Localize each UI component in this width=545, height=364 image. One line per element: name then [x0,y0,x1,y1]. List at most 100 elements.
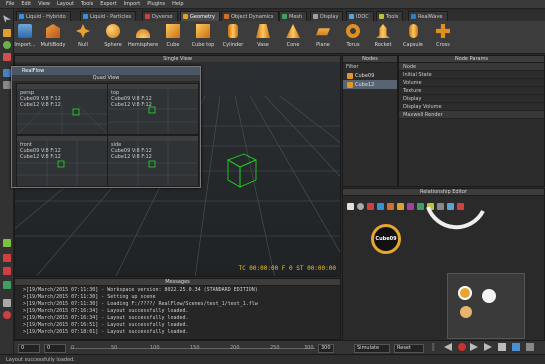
end-frame-field[interactable]: 300 [318,344,334,353]
node-item-cube09[interactable]: Cube09 [343,71,397,80]
tab-mesh[interactable]: Mesh [279,11,308,21]
link-icon[interactable] [367,203,374,210]
nodes-filter[interactable]: Filter [343,63,397,71]
add-icon[interactable] [3,281,11,289]
minimap-node [460,306,472,318]
menu-file[interactable]: File [6,1,14,7]
daemon-icon[interactable] [387,203,394,210]
menu-view[interactable]: View [38,1,50,7]
messages-log[interactable]: >[19/March/2015 07:11:30] - Workspace ve… [23,287,339,336]
delete-icon[interactable] [3,267,11,275]
folder-icon[interactable] [427,203,434,210]
menu-plugins[interactable]: Plugins [147,1,165,7]
param-texture[interactable]: Texture [399,87,544,95]
export-icon[interactable] [512,343,520,351]
null-button[interactable]: Null [68,24,98,48]
minimap-node [482,289,496,303]
quad-front[interactable]: front Cube09 V:8 F:12 Cube12 V:8 F:12 [16,135,108,187]
window-title[interactable]: RealFlow [12,67,200,75]
menu-layout[interactable]: Layout [57,1,74,7]
current-frame-field[interactable]: 0 [44,344,66,353]
cylinder-button[interactable]: Cylinder [218,24,248,48]
node-params-panel: Node Params Node Initial State Volume Te… [398,55,545,187]
param-display[interactable]: Display [399,95,544,103]
node-cube09[interactable]: Cube09 [371,224,401,254]
tab-geometry[interactable]: Geometry [180,11,220,21]
cube-top-icon [196,24,210,38]
scale-tool-icon[interactable] [3,53,11,61]
tab-idoc[interactable]: IDOC [346,11,374,21]
rocket-button[interactable]: Rocket [368,24,398,48]
settings-icon[interactable] [526,343,534,351]
cube-button[interactable]: Cube [158,24,188,48]
record-icon[interactable] [3,311,11,319]
menu-edit[interactable]: Edit [21,1,31,7]
multibody-button[interactable]: MultiBody [38,24,68,48]
layout-icon[interactable] [437,203,444,210]
reset-dropdown[interactable]: Reset [394,344,424,353]
object-icon[interactable] [397,203,404,210]
capsule-button[interactable]: Capsule [398,24,428,48]
minimap-node-selected [458,286,472,300]
node-item-cube12[interactable]: Cube12 [343,80,397,89]
cross-button[interactable]: Cross [428,24,458,48]
quad-top[interactable]: top Cube09 V:8 F:12 Cube12 V:8 F:12 [107,83,199,135]
param-node[interactable]: Node [399,63,544,71]
camera-icon[interactable] [3,69,11,77]
tab-tools[interactable]: Tools [376,11,404,21]
param-volume[interactable]: Volume [399,79,544,87]
cone-button[interactable]: Cone [278,24,308,48]
link-icon[interactable] [3,239,11,247]
cube-top-button[interactable]: Cube top [188,24,218,48]
tab-object-dynamics[interactable]: Object Dynamics [221,11,279,21]
menu-import[interactable]: Import [124,1,141,7]
menu-help[interactable]: Help [172,1,183,7]
quad-persp[interactable]: persp Cube09 V:8 F:12 Cube12 V:8 F:12 [16,83,108,135]
tab-display[interactable]: Display [310,11,344,21]
message-line: >[19/March/2015 07:18:01] - Layout succe… [23,329,189,335]
tab-realwave[interactable]: RealWave [408,11,448,21]
dyverso-icon [145,14,150,19]
select-icon[interactable] [347,203,354,210]
start-frame-field[interactable]: 0 [18,344,40,353]
mesh-icon[interactable] [407,203,414,210]
select-tool-icon[interactable] [3,15,11,23]
group-icon[interactable] [417,203,424,210]
status-bar: Layout successfully loaded. [0,354,545,364]
navigator-minimap[interactable] [447,273,525,339]
import-button[interactable]: Import... [10,24,40,48]
simulate-dropdown[interactable]: Simulate [354,344,390,353]
tab-liquid-particles[interactable]: Liquid - Particles [80,11,137,21]
tab-liquid-hybrido[interactable]: Liquid - Hybrido [16,11,71,21]
relationship-editor[interactable]: Relationship Editor Cube09 [342,188,545,346]
messages-panel: Messages >[19/March/2015 07:11:30] - Wor… [14,278,341,340]
zoom-icon[interactable] [447,203,454,210]
torus-button[interactable]: Torus [338,24,368,48]
vase-button[interactable]: Vase [248,24,278,48]
display-icon [313,14,318,19]
grid-icon[interactable] [3,81,11,89]
realflow-quad-window[interactable]: RealFlow Quad View persp Cube09 V:8 F:12… [11,66,201,188]
viewport-title: Single View [15,56,340,62]
stop-icon[interactable] [498,343,506,351]
menu-export[interactable]: Export [100,1,116,7]
tab-dyverso[interactable]: Dyverso [142,11,178,21]
hemisphere-icon [136,29,150,38]
lock-icon[interactable] [3,299,11,307]
mesh-icon [282,14,287,19]
emitter-icon[interactable] [377,203,384,210]
param-maxwell-render[interactable]: Maxwell Render [399,111,544,119]
record-button-icon[interactable] [458,343,466,351]
sphere-button[interactable]: Sphere [98,24,128,48]
dynamics-icon [224,14,229,19]
unlink-icon[interactable] [3,254,11,262]
nodes-panel: Nodes Filter Cube09 Cube12 [342,55,398,187]
quad-side[interactable]: side Cube09 V:8 F:12 Cube12 V:8 F:12 [107,135,199,187]
param-display-volume[interactable]: Display Volume [399,103,544,111]
delete-icon[interactable] [457,203,464,210]
hemisphere-button[interactable]: Hemisphere [128,24,158,48]
menu-tools[interactable]: Tools [81,1,93,7]
param-initial-state[interactable]: Initial State [399,71,544,79]
plane-button[interactable]: Plane [308,24,338,48]
refresh-icon[interactable] [357,203,364,210]
